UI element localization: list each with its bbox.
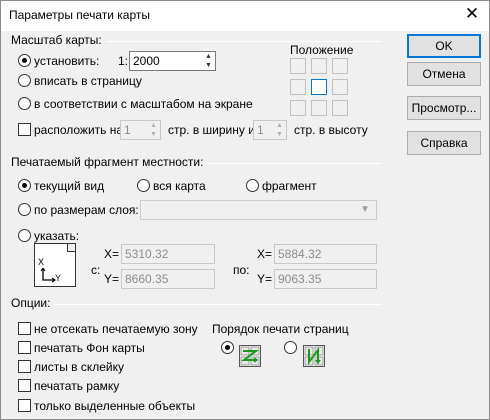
height-pages-input[interactable]: 1 [253,120,274,140]
scale-prefix: 1: [118,54,129,68]
page-order-rows-icon [239,345,261,367]
screen-scale-label: в соответствии с масштабом на экране [34,97,253,111]
print-frame-checkbox[interactable] [18,379,31,392]
no-clip-checkbox[interactable] [18,322,31,335]
width-pages-input[interactable]: 1 [120,120,148,140]
no-clip-label: не отсекать печатаемую зону [34,322,198,336]
position-middle-right[interactable] [332,79,348,95]
position-bottom-left[interactable] [290,100,306,116]
from-x-label: X= [104,247,120,261]
page-fold-icon [67,244,75,252]
position-grid [290,58,348,116]
arrange-checkbox[interactable] [18,123,31,136]
cancel-button[interactable]: Отмена [407,62,481,86]
scale-set-label: установить: [34,54,100,68]
axis-x-label: X [38,257,45,267]
page-order-columns-radio[interactable] [284,341,297,354]
fit-page-radio[interactable] [18,74,31,87]
position-middle-left[interactable] [290,79,306,95]
title-bar: Параметры печати карты ✕ [1,1,489,31]
page-order-label: Порядок печати страниц [212,322,349,336]
axis-icon: X Y [34,243,76,287]
from-y-input[interactable]: 8660.35 [121,269,215,289]
spin-up-icon[interactable]: ▲ [203,53,214,61]
help-button[interactable]: Справка [407,131,481,155]
scale-value-input[interactable]: 2000 [129,51,203,71]
scale-set-radio[interactable] [18,54,31,67]
position-top-left[interactable] [290,58,306,74]
position-bottom-center[interactable] [311,100,327,116]
to-y-label: Y= [257,272,273,286]
from-y-label: Y= [104,272,120,286]
print-background-checkbox[interactable] [18,341,31,354]
fragment-radio[interactable] [246,179,259,192]
fragment-group-label: Печатаемый фрагмент местности: [11,155,208,169]
scale-spinner[interactable]: ▲ ▼ [202,51,216,71]
position-top-right[interactable] [332,58,348,74]
selected-only-label: только выделенные объекты [34,399,196,413]
spin-down-icon[interactable]: ▼ [274,131,285,139]
close-icon[interactable]: ✕ [463,5,481,23]
from-x-input[interactable]: 5310.32 [121,244,215,264]
from-label: с: [91,263,101,277]
current-view-radio[interactable] [18,179,31,192]
screen-scale-radio[interactable] [18,97,31,110]
sheets-glue-label: листы в склейку [34,360,125,374]
height-pages-text: стр. в высоту [294,123,368,137]
layer-size-label: по размерам слоя: [34,203,139,217]
scale-group-label: Масштаб карты: [11,33,106,47]
width-pages-text: стр. в ширину и [168,123,255,137]
height-pages-spinner[interactable]: ▲ ▼ [273,120,287,140]
width-pages-spinner[interactable]: ▲ ▼ [147,120,161,140]
position-label: Положение [290,43,354,57]
chevron-down-icon: ▼ [360,204,370,215]
position-bottom-right[interactable] [332,100,348,116]
to-x-input[interactable]: 5884.32 [274,244,377,264]
specify-radio[interactable] [18,229,31,242]
current-view-label: текущий вид [34,179,105,193]
spin-down-icon[interactable]: ▼ [203,62,214,70]
print-settings-dialog: Параметры печати карты ✕ OK Отмена Просм… [0,0,490,420]
position-center[interactable] [311,79,327,95]
page-order-rows-radio[interactable] [221,341,234,354]
whole-map-label: вся карта [153,179,206,193]
options-separator [9,304,382,305]
dialog-title: Параметры печати карты [9,8,150,22]
layer-size-radio[interactable] [18,203,31,216]
fragment-label: фрагмент [262,179,317,193]
spin-up-icon[interactable]: ▲ [148,122,159,130]
whole-map-radio[interactable] [137,179,150,192]
page-order-columns-icon [303,345,325,367]
position-top-center[interactable] [311,58,327,74]
ok-button[interactable]: OK [407,34,481,58]
selected-only-checkbox[interactable] [18,399,31,412]
to-x-label: X= [257,247,273,261]
to-y-input[interactable]: 9063.35 [274,269,377,289]
preview-button[interactable]: Просмотр... [407,96,481,120]
spin-down-icon[interactable]: ▼ [148,131,159,139]
specify-label: указать: [34,229,80,243]
to-label: по: [233,263,250,277]
axis-arrows-icon [40,268,56,283]
print-background-label: печатать Фон карты [34,341,145,355]
fit-page-label: вписать в страницу [34,74,142,88]
options-group-label: Опции: [11,296,55,310]
spin-up-icon[interactable]: ▲ [274,122,285,130]
arrange-label: расположить на [34,123,124,137]
sheets-glue-checkbox[interactable] [18,360,31,373]
print-frame-label: печатать рамку [34,379,120,393]
layer-select[interactable]: ▼ [140,200,377,220]
